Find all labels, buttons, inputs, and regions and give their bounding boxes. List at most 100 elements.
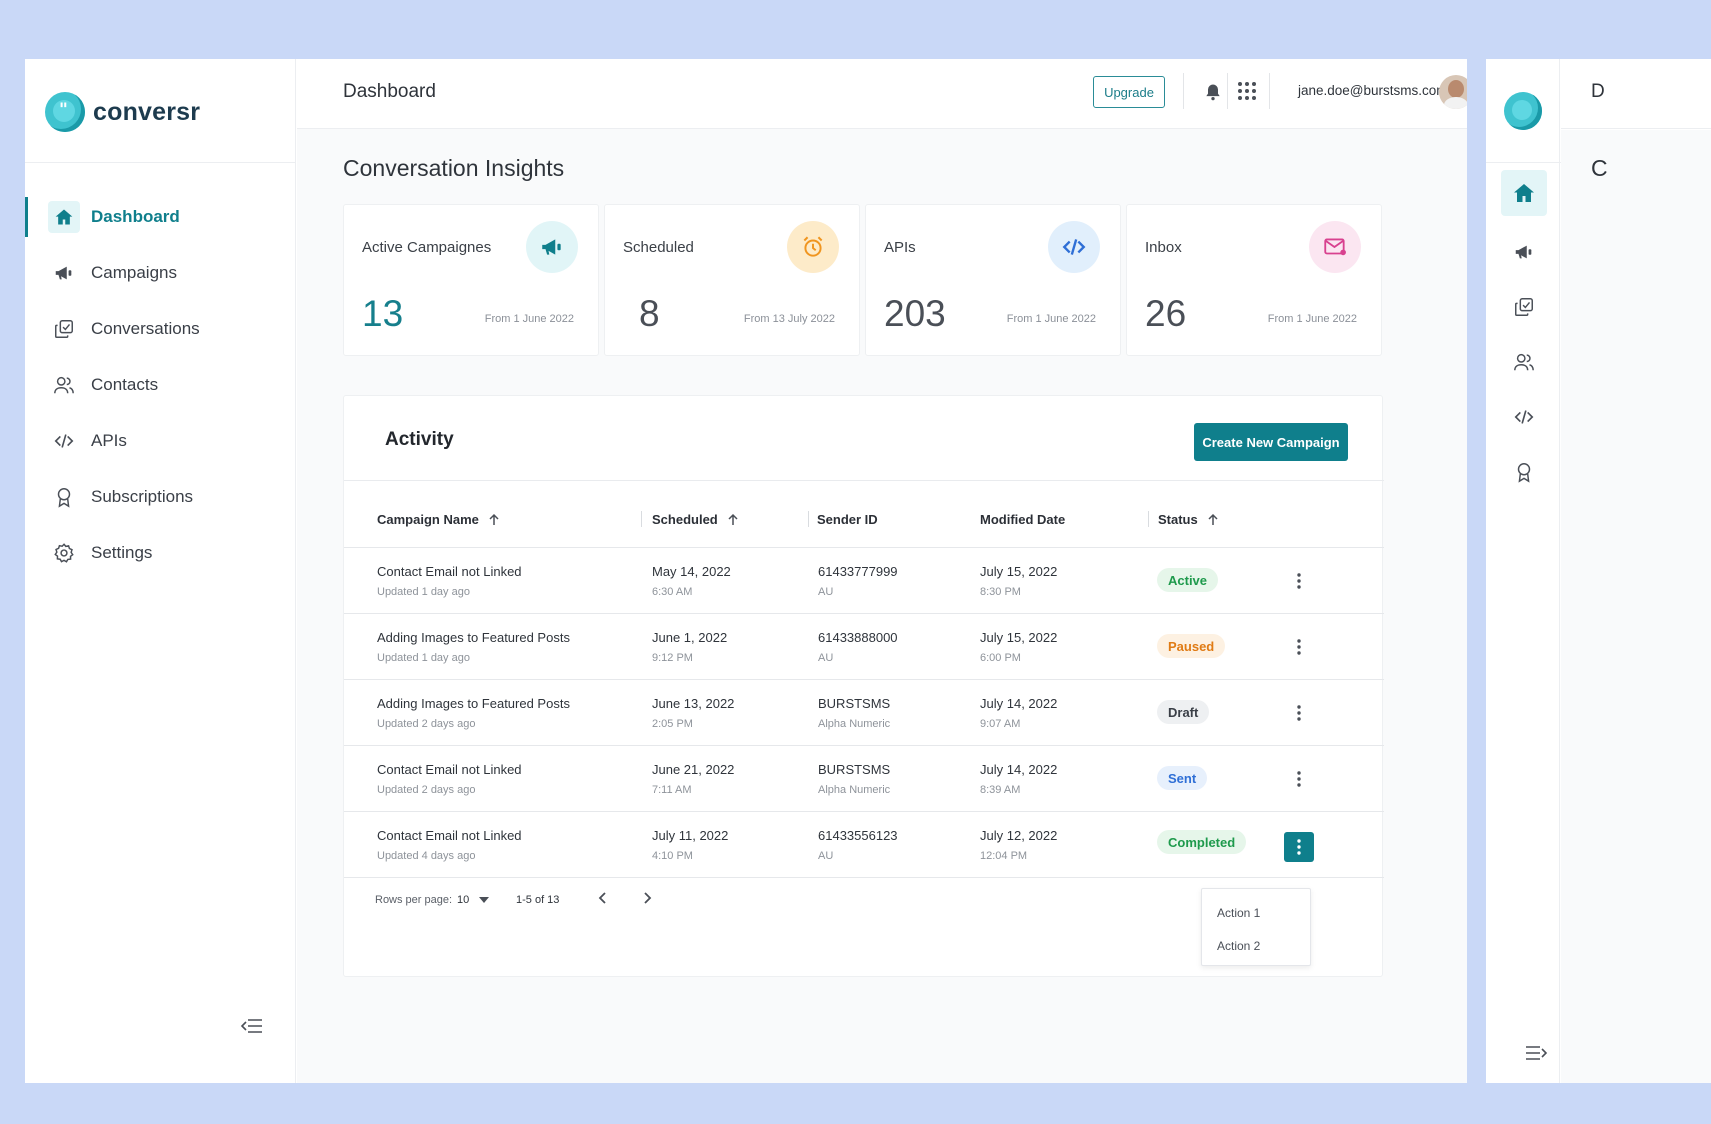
insight-card-scheduled[interactable]: Scheduled 8 From 13 July 2022 bbox=[604, 204, 860, 356]
modified-time: 8:39 AM bbox=[980, 784, 1021, 796]
sender-cell: BURSTSMS Alpha Numeric bbox=[818, 696, 890, 730]
scheduled-time: 9:12 PM bbox=[652, 652, 693, 664]
previous-page-icon[interactable] bbox=[595, 890, 613, 908]
apps-grid-icon[interactable] bbox=[1237, 81, 1259, 103]
scheduled-date: July 11, 2022 bbox=[652, 828, 729, 843]
home-icon[interactable] bbox=[1501, 170, 1547, 216]
row-menu-button[interactable] bbox=[1284, 832, 1314, 862]
page-range: 1-5 of 13 bbox=[516, 894, 560, 906]
sidebar-item-apis[interactable]: APIs bbox=[25, 413, 295, 469]
card-value: 8 bbox=[639, 293, 660, 334]
column-divider bbox=[808, 511, 809, 527]
sender-id: 61433888000 bbox=[818, 630, 898, 645]
column-header-sender-id[interactable]: Sender ID bbox=[817, 512, 878, 527]
sender-cell: 61433556123 AU bbox=[818, 828, 898, 862]
modified-cell: July 15, 2022 6:00 PM bbox=[980, 630, 1057, 664]
page-title: Dashboard bbox=[343, 81, 436, 102]
menu-item-action-1[interactable]: Action 1 bbox=[1217, 906, 1260, 920]
contacts-icon[interactable] bbox=[1501, 339, 1547, 385]
modified-date: July 15, 2022 bbox=[980, 564, 1058, 579]
modified-cell: July 14, 2022 8:39 AM bbox=[980, 762, 1057, 796]
contacts-icon bbox=[51, 372, 77, 398]
sidebar-item-subscriptions[interactable]: Subscriptions bbox=[25, 469, 295, 525]
status-badge: Completed bbox=[1157, 830, 1247, 854]
card-title: Scheduled bbox=[623, 239, 694, 256]
sidebar-item-label: Contacts bbox=[91, 375, 159, 394]
scheduled-cell: May 14, 2022 6:30 AM bbox=[652, 564, 731, 598]
logo[interactable]: " conversr bbox=[45, 92, 200, 132]
code-icon bbox=[51, 428, 77, 454]
column-header-status[interactable]: Status bbox=[1158, 512, 1220, 527]
expand-sidebar-icon[interactable] bbox=[1524, 1044, 1548, 1067]
updated-text: Updated 2 days ago bbox=[377, 784, 476, 796]
card-since: From 13 July 2022 bbox=[743, 313, 835, 325]
column-header-modified-date[interactable]: Modified Date bbox=[980, 512, 1065, 527]
campaign-name: Contact Email not Linked bbox=[377, 564, 522, 579]
code-icon[interactable] bbox=[1501, 394, 1547, 440]
card-title: APIs bbox=[884, 239, 916, 256]
user-email[interactable]: jane.doe@burstsms.com bbox=[1298, 83, 1448, 98]
column-header-scheduled[interactable]: Scheduled bbox=[652, 512, 740, 527]
mail-icon bbox=[1309, 221, 1361, 273]
upgrade-button[interactable]: Upgrade bbox=[1093, 76, 1165, 108]
avatar[interactable] bbox=[1439, 75, 1467, 109]
row-menu-button[interactable] bbox=[1284, 698, 1314, 728]
row-menu-button[interactable] bbox=[1284, 632, 1314, 662]
collapsed-sidebar bbox=[1486, 59, 1560, 1083]
modified-cell: July 14, 2022 9:07 AM bbox=[980, 696, 1057, 730]
kebab-icon bbox=[1297, 639, 1301, 655]
divider bbox=[344, 480, 1384, 481]
menu-item-action-2[interactable]: Action 2 bbox=[1217, 939, 1260, 953]
sidebar-item-dashboard[interactable]: Dashboard bbox=[25, 189, 295, 245]
modified-time: 9:07 AM bbox=[980, 718, 1021, 730]
conversr-logo-icon: " bbox=[45, 92, 85, 132]
conversations-icon bbox=[51, 316, 77, 342]
table-row[interactable]: Contact Email not Linked Updated 1 day ag… bbox=[344, 548, 1384, 614]
award-icon[interactable] bbox=[1501, 449, 1547, 495]
insight-cards: Active Campaignes 13 From 1 June 2022 Sc… bbox=[343, 204, 1383, 370]
card-title: Inbox bbox=[1145, 239, 1182, 256]
sender-cell: BURSTSMS Alpha Numeric bbox=[818, 762, 890, 796]
main-content: Dashboard Upgrade jane.doe@burstsms.com … bbox=[297, 59, 1467, 1083]
modified-time: 12:04 PM bbox=[980, 850, 1028, 862]
sidebar-nav: Dashboard Campaigns Conversations Contac… bbox=[25, 189, 295, 581]
rows-per-page-select[interactable]: 10 bbox=[457, 894, 490, 906]
card-value: 26 bbox=[1145, 293, 1187, 334]
sidebar-item-campaigns[interactable]: Campaigns bbox=[25, 245, 295, 301]
section-title: C bbox=[1591, 155, 1608, 181]
table-row[interactable]: Adding Images to Featured Posts Updated 2… bbox=[344, 680, 1384, 746]
insight-card-inbox[interactable]: Inbox 26 From 1 June 2022 bbox=[1126, 204, 1382, 356]
sidebar-item-settings[interactable]: Settings bbox=[25, 525, 295, 581]
row-menu-button[interactable] bbox=[1284, 764, 1314, 794]
insight-card-active-campaigns[interactable]: Active Campaignes 13 From 1 June 2022 bbox=[343, 204, 599, 356]
scheduled-time: 2:05 PM bbox=[652, 718, 693, 730]
conversr-logo-icon[interactable] bbox=[1504, 92, 1542, 130]
collapse-sidebar-icon[interactable] bbox=[240, 1017, 268, 1037]
kebab-icon bbox=[1297, 771, 1301, 787]
scheduled-cell: July 11, 2022 4:10 PM bbox=[652, 828, 728, 862]
card-since: From 1 June 2022 bbox=[1006, 313, 1096, 325]
megaphone-icon[interactable] bbox=[1501, 229, 1547, 275]
create-campaign-button[interactable]: Create New Campaign bbox=[1194, 423, 1348, 461]
updated-text: Updated 1 day ago bbox=[377, 586, 470, 598]
campaign-name-cell: Contact Email not Linked Updated 2 days a… bbox=[377, 762, 522, 796]
campaign-name-cell: Adding Images to Featured Posts Updated 1… bbox=[377, 630, 570, 664]
next-page-icon[interactable] bbox=[639, 890, 657, 908]
conversations-icon[interactable] bbox=[1501, 284, 1547, 330]
sidebar-item-contacts[interactable]: Contacts bbox=[25, 357, 295, 413]
sender-cell: 61433777999 AU bbox=[818, 564, 898, 598]
status-badge: Active bbox=[1157, 568, 1219, 592]
insight-card-apis[interactable]: APIs 203 From 1 June 2022 bbox=[865, 204, 1121, 356]
megaphone-icon bbox=[526, 221, 578, 273]
table-row[interactable]: Contact Email not Linked Updated 2 days a… bbox=[344, 746, 1384, 812]
column-header-campaign-name[interactable]: Campaign Name bbox=[377, 512, 501, 527]
sidebar-item-conversations[interactable]: Conversations bbox=[25, 301, 295, 357]
code-icon bbox=[1048, 221, 1100, 273]
scheduled-date: June 13, 2022 bbox=[652, 696, 735, 711]
table-header: Campaign Name Scheduled Sender ID Modifi… bbox=[344, 492, 1384, 548]
row-menu-button[interactable] bbox=[1284, 566, 1314, 596]
bell-icon[interactable] bbox=[1203, 81, 1225, 103]
campaign-name: Adding Images to Featured Posts bbox=[377, 696, 570, 711]
table-row[interactable]: Adding Images to Featured Posts Updated 1… bbox=[344, 614, 1384, 680]
sender-id: 61433777999 bbox=[818, 564, 898, 579]
